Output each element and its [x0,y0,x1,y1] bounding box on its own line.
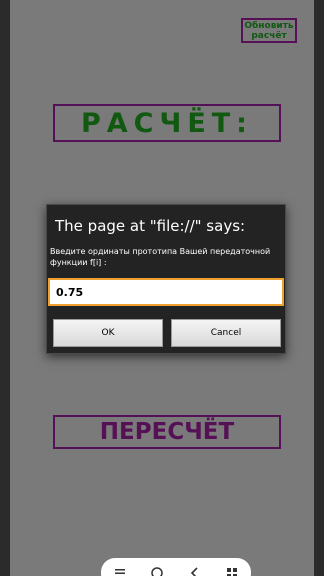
ok-label: OK [101,328,115,338]
prompt-input[interactable] [48,278,284,306]
apps-icon[interactable] [223,564,241,576]
back-icon[interactable] [186,564,204,576]
cancel-button[interactable]: Cancel [171,319,281,347]
dialog-title: The page at "file://" says: [55,217,246,235]
cancel-label: Cancel [210,328,242,338]
navigation-bar [101,558,251,576]
app-screen: Обновить расчёт РАСЧЁТ: ПЕРЕСЧЁТ The pag… [10,0,314,576]
phone-frame: Обновить расчёт РАСЧЁТ: ПЕРЕСЧЁТ The pag… [0,0,324,576]
prompt-dialog: The page at "file://" says: Введите орди… [46,204,286,354]
dialog-message: Введите ординаты прототипа Вашей передат… [50,247,271,267]
menu-icon[interactable] [111,564,129,576]
ok-button[interactable]: OK [53,319,163,347]
home-icon[interactable] [148,564,166,576]
